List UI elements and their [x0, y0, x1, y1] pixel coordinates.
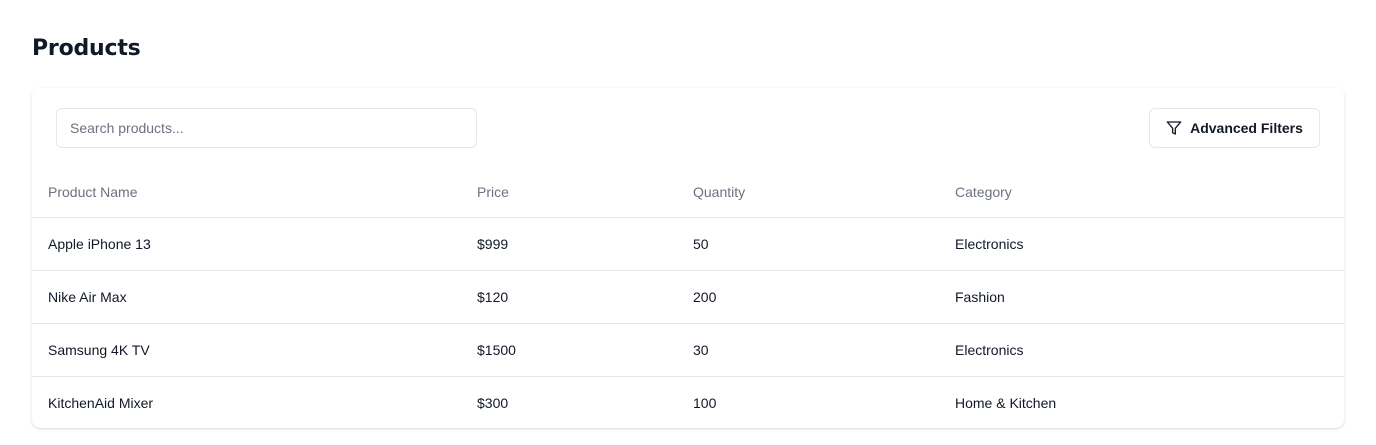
products-card: Advanced Filters Product Name Price Quan… [32, 88, 1344, 428]
cell-product-name: Nike Air Max [32, 270, 461, 324]
cell-price: $999 [461, 217, 677, 271]
products-table: Product Name Price Quantity Category App… [32, 168, 1344, 428]
cell-product-name: Apple iPhone 13 [32, 217, 461, 271]
cell-price: $300 [477, 394, 509, 411]
page-title: Products [32, 36, 141, 61]
table-row[interactable]: Apple iPhone 13 $999 50 Electronics [32, 217, 1344, 271]
cell-quantity: 30 [677, 323, 939, 377]
cell-category: Fashion [939, 270, 1344, 324]
column-header-price[interactable]: Price [461, 168, 677, 218]
table-row[interactable]: Nike Air Max $120 200 Fashion [32, 270, 1344, 324]
cell-quantity: 50 [677, 217, 939, 271]
cell-product-name: Samsung 4K TV [32, 323, 461, 377]
table-row[interactable]: KitchenAid Mixer $300 100 Home & Kitchen [32, 376, 1344, 428]
cell-category: Home & Kitchen [955, 394, 1057, 411]
cell-category: Electronics [939, 323, 1344, 377]
column-header-product-name[interactable]: Product Name [32, 168, 461, 218]
table-header-row: Product Name Price Quantity Category [32, 168, 1344, 218]
table-row[interactable]: Samsung 4K TV $1500 30 Electronics [32, 323, 1344, 377]
cell-category: Electronics [939, 217, 1344, 271]
search-input[interactable] [56, 108, 477, 148]
filter-funnel-icon [1166, 120, 1182, 136]
column-header-quantity[interactable]: Quantity [677, 168, 939, 218]
cell-price: $1500 [461, 323, 677, 377]
cell-quantity: 200 [677, 270, 939, 324]
advanced-filters-label: Advanced Filters [1190, 120, 1303, 136]
column-header-category[interactable]: Category [939, 168, 1344, 218]
cell-product-name: KitchenAid Mixer [48, 394, 154, 411]
advanced-filters-button[interactable]: Advanced Filters [1149, 108, 1320, 148]
cell-quantity: 100 [693, 394, 717, 411]
products-page: Products Advanced Filters Product Name P… [0, 0, 1376, 445]
cell-price: $120 [461, 270, 677, 324]
